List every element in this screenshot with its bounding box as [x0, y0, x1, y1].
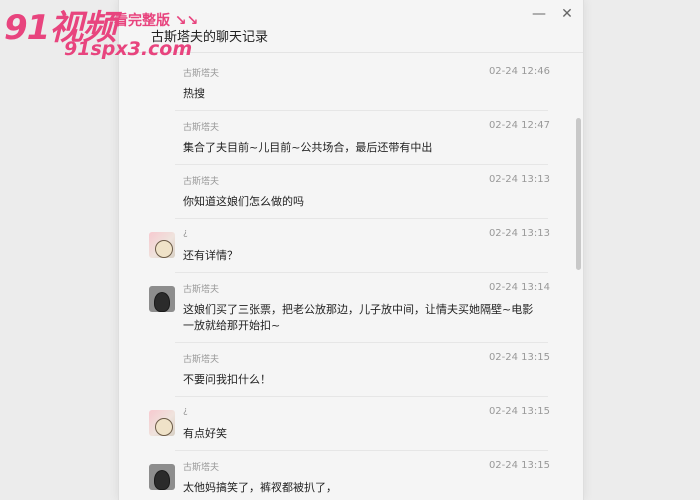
message-text: 太他妈搞笑了，裤衩都被扒了， — [183, 481, 337, 494]
message-sender: ¿ — [183, 406, 188, 416]
message-sender: 古斯塔夫 — [183, 285, 220, 295]
minimize-icon[interactable]: — — [527, 4, 551, 24]
message-text: 这娘们买了三张票，把老公放那边，儿子放中间，让情夫买她隔壁~电影一放就给那开始扣… — [183, 303, 534, 332]
message-text: 有点好笑 — [183, 427, 227, 440]
message-item: ¿ 02-24 13:15 有点好笑 — [119, 396, 564, 450]
message-time: 02-24 13:15 — [488, 406, 550, 417]
message-divider — [175, 272, 548, 273]
watermark-url: 91spx3.com — [64, 38, 193, 60]
message-time: 02-24 12:46 — [488, 66, 550, 77]
message-text: 集合了夫目前~儿目前~公共场合，最后还带有中出 — [183, 141, 433, 154]
message-item: ¿ 02-24 13:13 还有详情？ — [119, 218, 564, 272]
message-time: 02-24 13:13 — [488, 174, 550, 185]
message-sender: ¿ — [183, 228, 188, 238]
user-avatar-icon[interactable] — [149, 232, 175, 258]
user-avatar-icon[interactable] — [149, 464, 175, 490]
user-avatar-icon[interactable] — [149, 410, 175, 436]
scrollbar-thumb[interactable] — [576, 118, 581, 270]
message-item: 古斯塔夫 02-24 12:46 热搜 — [119, 56, 564, 108]
message-divider — [175, 396, 548, 397]
message-sender: 古斯塔夫 — [183, 177, 220, 187]
message-text: 不要问我扣什么！ — [183, 373, 271, 386]
message-time: 02-24 13:13 — [488, 228, 550, 239]
message-item: 古斯塔夫 02-24 13:15 不要问我扣什么！ — [119, 342, 564, 396]
message-item: 古斯塔夫 02-24 13:14 这娘们买了三张票，把老公放那边，儿子放中间，让… — [119, 272, 564, 342]
message-time: 02-24 12:47 — [488, 120, 550, 131]
message-text: 你知道这娘们怎么做的吗 — [183, 195, 304, 208]
message-sender: 古斯塔夫 — [183, 123, 220, 133]
message-divider — [175, 342, 548, 343]
message-item: 古斯塔夫 02-24 12:47 集合了夫目前~儿目前~公共场合，最后还带有中出 — [119, 110, 564, 164]
watermark-tagline: 看完整版 ↘↘ — [114, 13, 199, 29]
message-text: 热搜 — [183, 87, 205, 100]
user-avatar-icon[interactable] — [149, 286, 175, 312]
message-item: 古斯塔夫 02-24 13:13 你知道这娘们怎么做的吗 — [119, 164, 564, 218]
message-sender: 古斯塔夫 — [183, 463, 220, 473]
message-divider — [175, 164, 548, 165]
message-divider — [175, 110, 548, 111]
close-icon[interactable]: ✕ — [555, 4, 579, 24]
message-time: 02-24 13:15 — [488, 352, 550, 363]
message-sender: 古斯塔夫 — [183, 69, 220, 79]
message-item: 古斯塔夫 02-24 13:15 太他妈搞笑了，裤衩都被扒了， — [119, 450, 564, 500]
message-text: 还有详情？ — [183, 249, 238, 262]
message-time: 02-24 13:15 — [488, 460, 550, 471]
watermark-logo: 91视频 看完整版 ↘↘ 91spx3.com — [2, 2, 212, 62]
message-divider — [175, 450, 548, 451]
message-divider — [175, 218, 548, 219]
message-sender: 古斯塔夫 — [183, 355, 220, 365]
message-time: 02-24 13:14 — [488, 282, 550, 293]
chat-history-window: 古斯塔夫的聊天记录 — ✕ 古斯塔夫 02-24 12:46 热搜 古斯塔夫 0… — [118, 0, 584, 500]
